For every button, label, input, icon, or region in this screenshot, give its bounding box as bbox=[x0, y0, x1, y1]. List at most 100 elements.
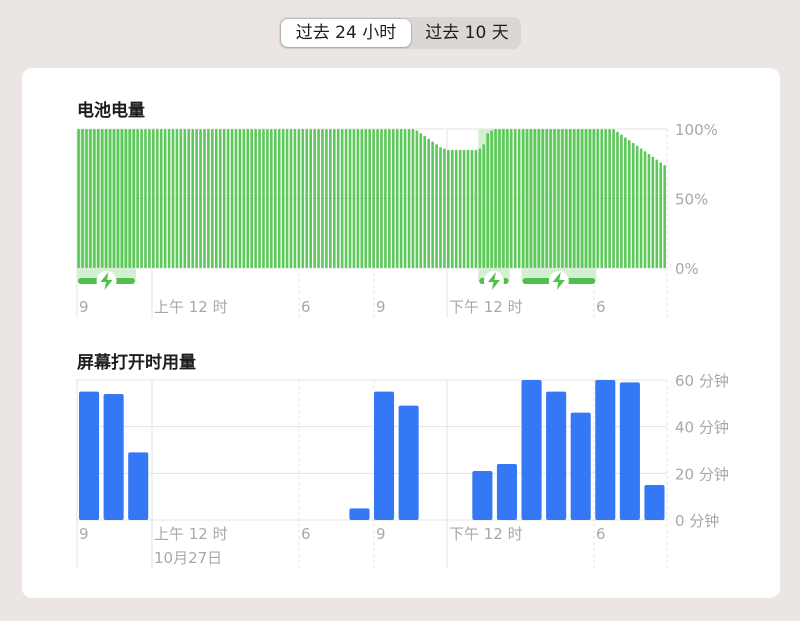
battery-bar bbox=[588, 129, 592, 268]
screen-x-tick-label: 下午 12 时 bbox=[449, 525, 523, 543]
battery-bar bbox=[152, 129, 155, 268]
battery-bar bbox=[163, 129, 167, 268]
battery-bar bbox=[329, 129, 332, 268]
screen-usage-bar bbox=[644, 485, 665, 520]
battery-bar bbox=[246, 129, 250, 268]
battery-bar bbox=[340, 129, 344, 268]
charts-canvas: 100%50%0%9 上午 12 时 6 9 下午 12 时 660 分钟40 分钟20 … bbox=[76, 121, 729, 568]
battery-bar bbox=[203, 129, 206, 268]
battery-bar bbox=[435, 144, 438, 268]
battery-bar bbox=[289, 129, 293, 268]
battery-bar bbox=[262, 129, 265, 268]
battery-bar bbox=[643, 151, 647, 268]
battery-bar bbox=[93, 129, 96, 268]
battery-bar bbox=[89, 129, 92, 268]
battery-bar bbox=[431, 141, 434, 268]
usage-card: 电池电量 屏幕打开时用量 100% 50% 0% 9 上午 12 时 6 9 下午 12 时6… bbox=[22, 68, 780, 598]
battery-bar bbox=[368, 129, 371, 268]
battery-bar bbox=[372, 129, 375, 268]
tab-last-10-days[interactable]: 过去 10 天 bbox=[415, 19, 519, 47]
battery-bar bbox=[624, 137, 627, 268]
battery-bar bbox=[136, 129, 139, 268]
tab-last-24-hours[interactable]: 过去 24 小时 bbox=[281, 19, 411, 47]
battery-x-tick-label: 下午 12 时 bbox=[449, 298, 523, 316]
battery-bar bbox=[199, 129, 202, 268]
battery-bar bbox=[659, 162, 663, 268]
battery-bar bbox=[631, 142, 635, 268]
battery-chart: 100% 50% 0% 9 上午 12 时 6 9 下午 12 时 6 bbox=[76, 121, 718, 318]
battery-bar bbox=[498, 129, 501, 268]
battery-bar bbox=[549, 129, 552, 268]
screen-x-tick-label: 上午 12 时 bbox=[154, 525, 228, 543]
battery-bar bbox=[647, 154, 651, 268]
battery-bar bbox=[517, 129, 521, 268]
battery-bar bbox=[301, 129, 305, 268]
battery-bar bbox=[466, 149, 470, 268]
screen-y-tick-label: 0 分钟 bbox=[675, 512, 719, 530]
battery-x-tick-label: 6 bbox=[301, 298, 311, 316]
battery-bar bbox=[285, 129, 289, 268]
battery-bar bbox=[462, 149, 466, 268]
battery-bar bbox=[509, 129, 513, 268]
battery-bar bbox=[572, 129, 576, 268]
screen-usage-bar bbox=[521, 380, 542, 520]
battery-bar bbox=[384, 129, 387, 268]
battery-bar bbox=[616, 131, 619, 268]
battery-bar bbox=[309, 129, 312, 268]
battery-bar bbox=[403, 129, 407, 268]
bolt-icon bbox=[96, 271, 117, 291]
battery-bar bbox=[557, 129, 560, 268]
battery-bar bbox=[128, 129, 132, 268]
battery-bar bbox=[100, 129, 104, 268]
battery-bar bbox=[513, 129, 517, 268]
battery-bar bbox=[395, 129, 399, 268]
battery-bar bbox=[447, 149, 450, 268]
battery-bar bbox=[458, 149, 462, 268]
battery-bar bbox=[411, 129, 415, 268]
screen-usage-bar bbox=[103, 394, 124, 520]
battery-bar bbox=[77, 129, 80, 268]
screen-usage-bar bbox=[570, 412, 591, 520]
battery-bar bbox=[234, 129, 238, 268]
battery-bar bbox=[171, 129, 175, 268]
battery-bar bbox=[439, 147, 442, 268]
battery-bar bbox=[273, 129, 277, 268]
battery-bar bbox=[305, 129, 309, 268]
battery-bar bbox=[506, 129, 509, 268]
battery-bar bbox=[321, 129, 324, 268]
battery-bar bbox=[96, 129, 100, 268]
battery-bar bbox=[376, 129, 379, 268]
screen-x-tick-label: 9 bbox=[79, 525, 89, 543]
battery-bar bbox=[561, 129, 564, 268]
battery-bar bbox=[612, 129, 615, 268]
battery-bar bbox=[344, 129, 348, 268]
battery-bar bbox=[533, 129, 537, 268]
battery-bar bbox=[639, 148, 643, 268]
screen-usage-bar bbox=[374, 391, 395, 520]
battery-bar bbox=[419, 133, 423, 268]
battery-bar bbox=[604, 129, 607, 268]
battery-bar bbox=[254, 129, 257, 268]
battery-bar bbox=[266, 129, 269, 268]
battery-bar bbox=[270, 129, 273, 268]
battery-bar bbox=[541, 129, 545, 268]
battery-bar bbox=[250, 129, 253, 268]
battery-bar bbox=[277, 129, 281, 268]
battery-x-tick-label: 9 bbox=[79, 298, 89, 316]
battery-bar bbox=[537, 129, 541, 268]
battery-bar bbox=[525, 129, 529, 268]
battery-bar bbox=[545, 129, 548, 268]
screen-x-tick-label: 6 bbox=[301, 525, 311, 543]
battery-bar bbox=[584, 129, 588, 268]
battery-bar bbox=[191, 129, 194, 268]
battery-bar bbox=[474, 149, 478, 268]
battery-bar bbox=[108, 129, 112, 268]
battery-bar bbox=[454, 149, 458, 268]
battery-bar bbox=[427, 138, 430, 268]
battery-bar bbox=[391, 129, 395, 268]
battery-bar bbox=[155, 129, 159, 268]
battery-bar bbox=[635, 145, 639, 268]
battery-bar bbox=[415, 130, 419, 268]
battery-bar bbox=[482, 144, 486, 268]
battery-bar bbox=[490, 130, 493, 268]
